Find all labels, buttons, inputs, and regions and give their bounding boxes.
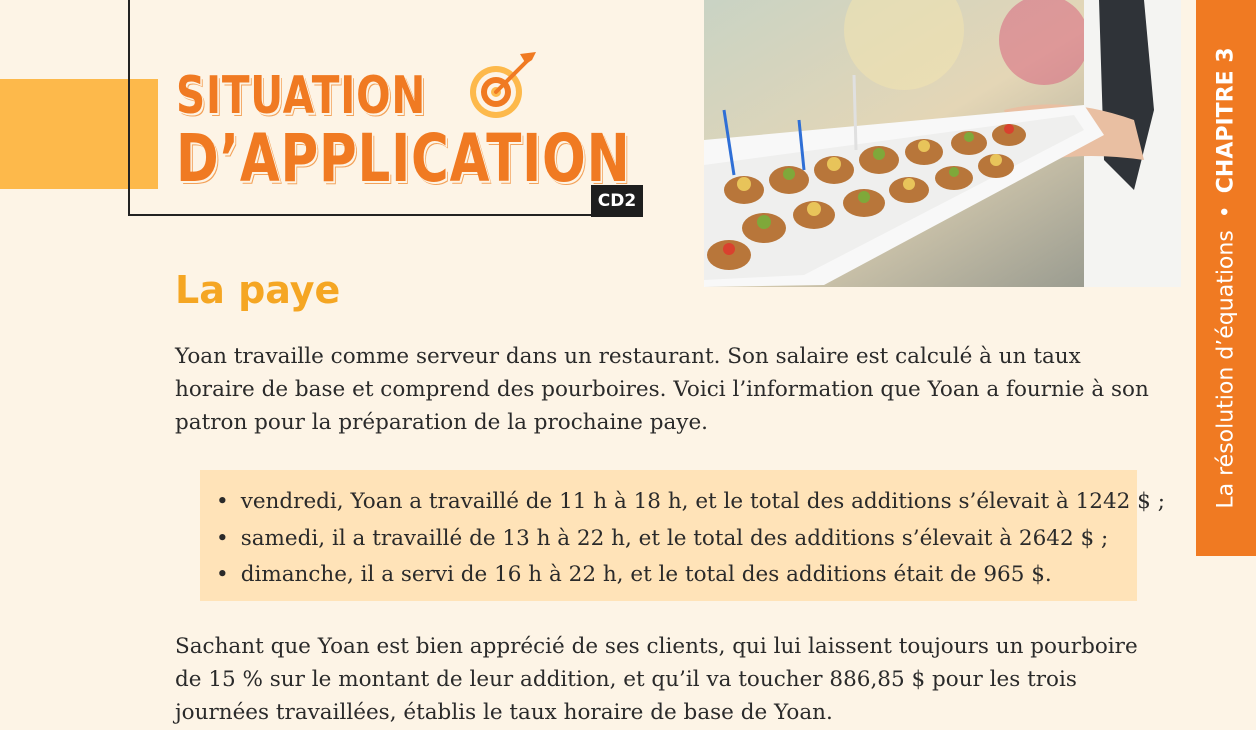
work-schedule-list: vendredi, Yoan a travaillé de 11 h à 18 …: [216, 484, 1165, 594]
title-line-1: SITUATION: [176, 66, 427, 126]
target-icon: [470, 52, 536, 118]
chapter-label: CHAPITRE 3: [1213, 47, 1239, 194]
list-item: vendredi, Yoan a travaillé de 11 h à 18 …: [216, 484, 1165, 521]
chapter-topic: La résolution d’équations: [1213, 230, 1239, 509]
competency-badge: CD2: [591, 185, 643, 217]
list-item: dimanche, il a servi de 16 h à 22 h, et …: [216, 557, 1137, 594]
intro-paragraph: Yoan travaille comme serveur dans un res…: [175, 344, 1149, 435]
list-item: samedi, il a travaillé de 13 h à 22 h, e…: [216, 521, 1137, 558]
side-tab-text: La résolution d’équations • CHAPITRE 3: [1214, 47, 1239, 508]
waiter-serving-appetizers-photo: [704, 0, 1181, 287]
chapter-side-tab: La résolution d’équations • CHAPITRE 3: [1196, 0, 1256, 556]
title-line-2: D’APPLICATION: [176, 120, 631, 197]
question-paragraph: Sachant que Yoan est bien apprécié de se…: [175, 634, 1138, 725]
info-box: vendredi, Yoan a travaillé de 11 h à 18 …: [200, 470, 1165, 601]
section-title: La paye: [175, 268, 341, 312]
side-tab-separator: •: [1213, 205, 1239, 219]
